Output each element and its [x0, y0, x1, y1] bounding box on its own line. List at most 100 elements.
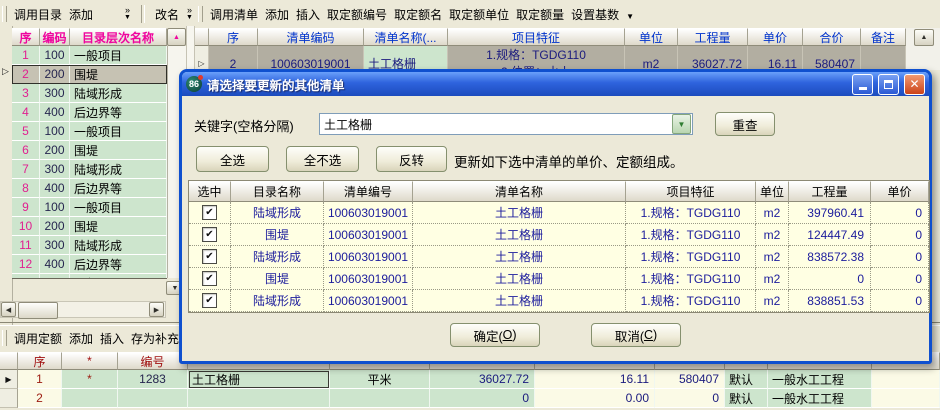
cell-list-code[interactable]: 100603019001: [324, 202, 413, 224]
cell-price[interactable]: 0: [871, 202, 929, 224]
table-row-selected[interactable]: 2200围堤: [12, 65, 167, 84]
cell-qty[interactable]: 0: [789, 268, 871, 290]
cell-unit[interactable]: 平米: [330, 370, 430, 389]
select-none-button[interactable]: 全不选: [286, 146, 359, 172]
scroll-left-icon[interactable]: ◀: [1, 302, 16, 317]
cell-unit[interactable]: m2: [756, 202, 789, 224]
cell-extra[interactable]: [872, 389, 940, 408]
cell-price[interactable]: 0: [871, 224, 929, 246]
cell-list-name[interactable]: 土工格栅: [413, 202, 626, 224]
cell-feature[interactable]: 1.规格：TGDG110: [626, 290, 756, 312]
table-row[interactable]: 5100一般项目: [12, 122, 167, 141]
table-row[interactable]: 11300陆域形成: [12, 236, 167, 255]
cell-name-editing[interactable]: 土工格栅: [188, 370, 330, 389]
scroll-up-icon[interactable]: ▲: [167, 28, 186, 46]
menu-call-catalog[interactable]: 调用目录: [14, 6, 62, 23]
menu-take-quota-name[interactable]: 取定额名: [394, 6, 442, 23]
cell-unit[interactable]: m2: [756, 290, 789, 312]
row-checkbox[interactable]: ✔: [202, 271, 217, 286]
cell-unit[interactable]: m2: [756, 268, 789, 290]
cancel-button[interactable]: 取消(C): [591, 323, 681, 347]
cell-total[interactable]: 580407: [655, 370, 725, 389]
toolbar-grip[interactable]: [2, 330, 7, 346]
menu-set-base[interactable]: 设置基数: [571, 6, 619, 23]
keyword-value[interactable]: 土工格栅: [320, 116, 672, 133]
cell-seq[interactable]: 1: [18, 370, 62, 389]
table-row[interactable]: 3300陆域形成: [12, 84, 167, 103]
cell-price[interactable]: 0: [871, 290, 929, 312]
cell-feature[interactable]: 1.规格：TGDG110: [626, 224, 756, 246]
table-row[interactable]: 4400后边界等: [12, 103, 167, 122]
select-all-button[interactable]: 全选: [196, 146, 269, 172]
cell-star[interactable]: [62, 389, 118, 408]
menu-rename[interactable]: 改名: [155, 6, 179, 23]
cell-name[interactable]: [188, 389, 330, 408]
toolbar-dropdown-icon[interactable]: ▼: [626, 12, 634, 21]
cell-dir-name[interactable]: 陆域形成: [231, 202, 324, 224]
cell-code[interactable]: [118, 389, 188, 408]
row-checkbox[interactable]: ✔: [202, 293, 217, 308]
dialog-table-row[interactable]: ✔ 围堤 100603019001 土工格栅 1.规格：TGDG110 m2 0…: [189, 268, 929, 290]
table-row[interactable]: 1100一般项目: [12, 46, 167, 65]
cell-feature[interactable]: 1.规格：TGDG110: [626, 268, 756, 290]
menu-take-quota-code[interactable]: 取定额编号: [327, 6, 387, 23]
cell-dir-name[interactable]: 围堤: [231, 268, 324, 290]
cell-seq[interactable]: 2: [18, 389, 62, 408]
cell-qty[interactable]: 124447.49: [789, 224, 871, 246]
row-checkbox[interactable]: ✔: [202, 249, 217, 264]
toolbar-grip[interactable]: [198, 6, 203, 22]
menu-insert[interactable]: 插入: [296, 6, 320, 23]
dialog-table-row[interactable]: ✔ 陆域形成 100603019001 土工格栅 1.规格：TGDG110 m2…: [189, 246, 929, 268]
table-row[interactable]: 12400后边界等: [12, 255, 167, 274]
cell-list-code[interactable]: 100603019001: [324, 268, 413, 290]
quota-table-row[interactable]: 2 0 0.00 0 默认 一般水工工程: [0, 389, 940, 408]
cell-list-name[interactable]: 土工格栅: [413, 268, 626, 290]
cell-fee[interactable]: 默认: [725, 370, 768, 389]
cell-category[interactable]: 一般水工工程: [768, 370, 872, 389]
table-row[interactable]: 8400后边界等: [12, 179, 167, 198]
cell-list-code[interactable]: 100603019001: [324, 246, 413, 268]
cell-price[interactable]: 0.00: [535, 389, 655, 408]
cell-price[interactable]: 0: [871, 246, 929, 268]
cell-qty[interactable]: 397960.41: [789, 202, 871, 224]
table-row[interactable]: 7300陆域形成: [12, 160, 167, 179]
close-button[interactable]: ✕: [904, 74, 925, 95]
dialog-title-bar[interactable]: 86 请选择要更新的其他清单 ✕: [182, 72, 929, 96]
cell-qty[interactable]: 838572.38: [789, 246, 871, 268]
dialog-table-row[interactable]: ✔ 陆域形成 100603019001 土工格栅 1.规格：TGDG110 m2…: [189, 202, 929, 224]
cell-unit[interactable]: m2: [756, 224, 789, 246]
scroll-right-icon[interactable]: ▶: [149, 302, 164, 317]
scroll-up-icon[interactable]: ▲: [914, 29, 934, 46]
maximize-button[interactable]: [878, 74, 899, 95]
combo-dropdown-icon[interactable]: ▼: [672, 114, 691, 134]
cell-dir-name[interactable]: 陆域形成: [231, 290, 324, 312]
cell-code[interactable]: 1283: [118, 370, 188, 389]
quota-table-row[interactable]: ▶ 1 * 1283 土工格栅 平米 36027.72 16.11 580407…: [0, 370, 940, 389]
table-row[interactable]: 6200围堤: [12, 141, 167, 160]
menu-call-list[interactable]: 调用清单: [210, 6, 258, 23]
keyword-combobox[interactable]: 土工格栅 ▼: [319, 113, 693, 135]
cell-star[interactable]: *: [62, 370, 118, 389]
overflow-chevron-icon[interactable]: »▼: [186, 6, 193, 22]
table-row[interactable]: 9100一般项目: [12, 198, 167, 217]
cell-qty[interactable]: 36027.72: [430, 370, 535, 389]
menu-save-supplement[interactable]: 存为补充: [131, 330, 179, 347]
menu-call-quota[interactable]: 调用定额: [14, 330, 62, 347]
menu-insert[interactable]: 插入: [100, 330, 124, 347]
cell-dir-name[interactable]: 陆域形成: [231, 246, 324, 268]
row-checkbox[interactable]: ✔: [202, 227, 217, 242]
cell-category[interactable]: 一般水工工程: [768, 389, 872, 408]
cell-unit[interactable]: [330, 389, 430, 408]
overflow-chevron-icon[interactable]: »▼: [124, 6, 131, 22]
cell-unit[interactable]: m2: [756, 246, 789, 268]
ok-button[interactable]: 确定(O): [450, 323, 540, 347]
requery-button[interactable]: 重查: [715, 112, 775, 136]
cell-fee[interactable]: 默认: [725, 389, 768, 408]
cell-list-name[interactable]: 土工格栅: [413, 290, 626, 312]
menu-take-quota-unit[interactable]: 取定额单位: [449, 6, 509, 23]
row-selector[interactable]: [0, 389, 18, 408]
menu-add-catalog[interactable]: 添加: [69, 6, 93, 23]
cell-feature[interactable]: 1.规格：TGDG110: [626, 246, 756, 268]
cell-extra[interactable]: [872, 370, 940, 389]
toolbar-grip[interactable]: [2, 6, 7, 22]
